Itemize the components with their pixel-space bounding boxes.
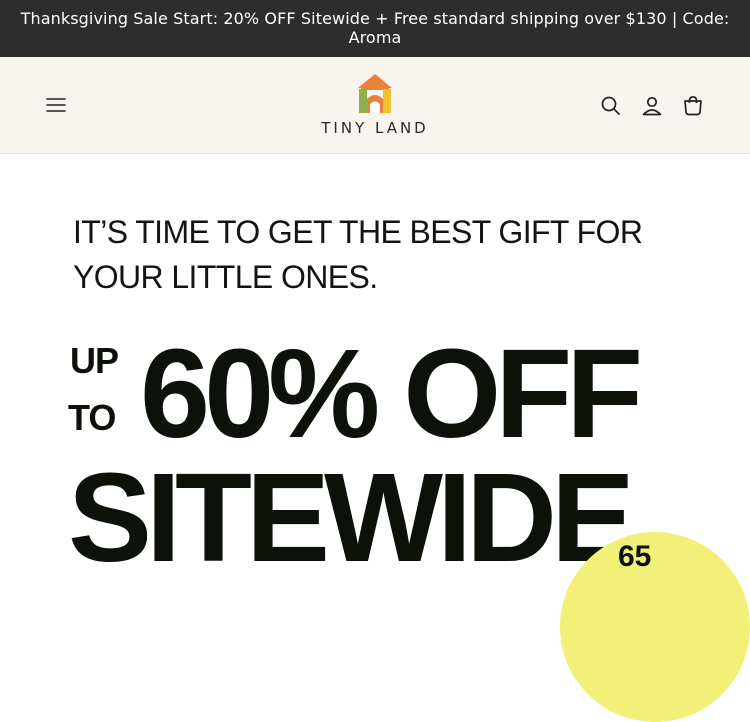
hero-headline-percent: 60% OFF — [140, 323, 643, 464]
announcement-text: Thanksgiving Sale Start: 20% OFF Sitewid… — [20, 9, 730, 47]
hero-up-label: UP — [70, 340, 119, 381]
promo-badge-text: 65 — [618, 540, 652, 573]
announcement-bar: Thanksgiving Sale Start: 20% OFF Sitewid… — [0, 0, 750, 57]
brand-name: TINY LAND — [321, 119, 429, 137]
menu-icon[interactable] — [41, 92, 71, 118]
hero-subtitle: IT’S TIME TO GET THE BEST GIFT FOR YOUR … — [73, 214, 643, 295]
brand-logo[interactable]: TINY LAND — [300, 73, 450, 143]
promo-badge: 65 — [560, 532, 750, 722]
site-header: TINY LAND — [0, 57, 750, 154]
house-logo-icon — [358, 74, 392, 113]
account-icon[interactable] — [638, 92, 666, 120]
hero-headline-sitewide: SITEWIDE — [68, 447, 635, 588]
cart-icon[interactable] — [679, 92, 707, 120]
hero-to-label: TO — [68, 397, 116, 438]
search-icon[interactable] — [597, 92, 625, 120]
